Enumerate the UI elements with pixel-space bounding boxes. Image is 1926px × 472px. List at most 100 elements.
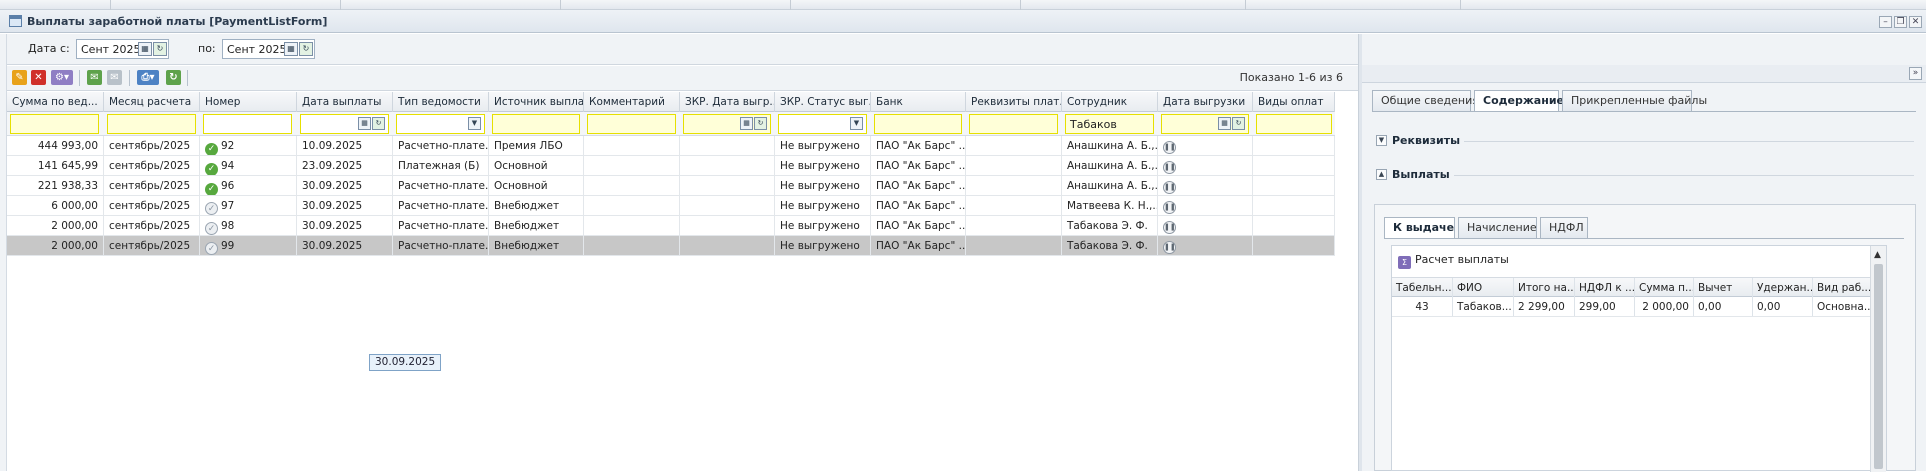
- calculate-payment-label: Расчет выплаты: [1415, 253, 1509, 266]
- apply-icon[interactable]: ↻: [372, 117, 385, 130]
- col-header[interactable]: Итого на...: [1514, 278, 1575, 297]
- date-from-field[interactable]: Сент 2025 ▦ ↻: [76, 39, 169, 59]
- filter-sum-input[interactable]: [10, 114, 99, 134]
- vertical-scrollbar[interactable]: ▲: [1870, 246, 1886, 472]
- actions-menu-icon[interactable]: ⚙▾: [51, 70, 73, 85]
- table-row[interactable]: 141 645,99 сентябрь/2025 ✓ 94 23.09.2025 Плат…: [7, 156, 1335, 176]
- col-header[interactable]: ЗКР. Дата выгр...: [680, 92, 775, 112]
- cell-type: Платежная (Б): [393, 156, 489, 175]
- col-header[interactable]: Источник выплат: [489, 92, 584, 112]
- expand-icon[interactable]: »: [1909, 67, 1922, 80]
- col-header[interactable]: Месяц расчета: [104, 92, 200, 112]
- filter-upload-date-input[interactable]: ▦ ↻: [1161, 114, 1249, 134]
- col-header[interactable]: Тип ведомости: [393, 92, 489, 112]
- download-icon[interactable]: ✉: [107, 70, 122, 85]
- filter-requisites-input[interactable]: [969, 114, 1058, 134]
- pause-icon[interactable]: ❚❚: [1163, 221, 1176, 234]
- scroll-thumb[interactable]: [1874, 264, 1883, 469]
- filter-pay-types-input[interactable]: [1256, 114, 1332, 134]
- table-row[interactable]: 221 938,33 сентябрь/2025 ✓ 96 30.09.2025 Расч…: [7, 176, 1335, 196]
- col-header[interactable]: Дата выплаты: [297, 92, 393, 112]
- filter-source-input[interactable]: [492, 114, 580, 134]
- table-row[interactable]: 444 993,00 сентябрь/2025 ✓ 92 10.09.2025 Расч…: [7, 136, 1335, 156]
- calendar-icon[interactable]: ▦: [284, 42, 298, 56]
- tab-ndfl[interactable]: НДФЛ: [1540, 217, 1588, 238]
- upload-icon[interactable]: ✉: [87, 70, 102, 85]
- apply-icon[interactable]: ↻: [754, 117, 767, 130]
- filter-zkr-status-select[interactable]: ▼: [778, 114, 867, 134]
- apply-icon[interactable]: ↻: [153, 42, 167, 56]
- table-row[interactable]: 43 Табаков... 2 299,00 299,00 2 000,00 0…: [1392, 297, 1871, 317]
- col-header[interactable]: Табельн...: [1392, 278, 1453, 297]
- col-header[interactable]: ФИО: [1453, 278, 1514, 297]
- filter-date-input[interactable]: ▦ ↻: [300, 114, 389, 134]
- cell-zkr-date: [680, 136, 775, 155]
- minimize-button[interactable]: –: [1879, 16, 1892, 28]
- cell-bank: ПАО "Ак Барс" ...: [871, 196, 966, 215]
- tab-to-issue[interactable]: К выдаче: [1384, 217, 1455, 239]
- scroll-up-icon[interactable]: ▲: [1874, 250, 1881, 260]
- delete-icon[interactable]: ✕: [31, 70, 46, 85]
- edit-icon[interactable]: ✎: [12, 70, 27, 85]
- col-header[interactable]: Номер: [200, 92, 297, 112]
- restore-button[interactable]: ❐: [1894, 16, 1907, 28]
- section-payments[interactable]: ▲ Выплаты: [1374, 166, 1916, 184]
- table-row[interactable]: 2 000,00 сентябрь/2025 ✓ 99 30.09.2025 Расчет…: [7, 236, 1335, 256]
- col-header[interactable]: Реквизиты плат...: [966, 92, 1062, 112]
- calendar-icon[interactable]: ▦: [138, 42, 152, 56]
- print-menu-icon[interactable]: ⎙▾: [137, 70, 159, 85]
- chevron-down-icon[interactable]: ▼: [1376, 135, 1387, 146]
- calendar-icon[interactable]: ▦: [740, 117, 753, 130]
- calendar-icon[interactable]: ▦: [358, 117, 371, 130]
- col-header[interactable]: ЗКР. Статус выг...: [775, 92, 871, 112]
- filter-number-input[interactable]: [203, 114, 292, 134]
- tab-attachments[interactable]: Прикрепленные файлы: [1562, 90, 1707, 111]
- col-header[interactable]: Банк: [871, 92, 966, 112]
- cell: Табаков...: [1453, 297, 1514, 316]
- filter-zkr-date-input[interactable]: ▦ ↻: [683, 114, 771, 134]
- tab-content[interactable]: Содержание: [1474, 90, 1564, 112]
- col-header[interactable]: Сотрудник: [1062, 92, 1158, 112]
- calendar-icon[interactable]: ▦: [1218, 117, 1231, 130]
- cell-uploaded: ❚❚: [1158, 136, 1253, 155]
- cell-zkr-status: Не выгружено: [775, 156, 871, 175]
- filter-month-input[interactable]: [107, 114, 196, 134]
- section-requisites[interactable]: ▼ Реквизиты: [1374, 132, 1916, 150]
- col-header[interactable]: Комментарий: [584, 92, 680, 112]
- apply-icon[interactable]: ↻: [299, 42, 313, 56]
- filter-comment-input[interactable]: [587, 114, 676, 134]
- tab-general[interactable]: Общие сведения: [1372, 90, 1479, 111]
- table-row[interactable]: 2 000,00 сентябрь/2025 ✓ 98 30.09.2025 Расчет…: [7, 216, 1335, 236]
- pause-icon[interactable]: ❚❚: [1163, 241, 1176, 254]
- apply-icon[interactable]: ↻: [1232, 117, 1245, 130]
- col-header[interactable]: Удержан...: [1753, 278, 1813, 297]
- pause-icon[interactable]: ❚❚: [1163, 161, 1176, 174]
- close-button[interactable]: ✕: [1909, 16, 1922, 28]
- filter-employee-input[interactable]: Табаков: [1065, 114, 1154, 134]
- col-header[interactable]: Виды оплат: [1253, 92, 1335, 112]
- col-header[interactable]: Дата выгрузки: [1158, 92, 1253, 112]
- cell-sum: 444 993,00: [7, 136, 104, 155]
- calculate-payment-button[interactable]: Σ Расчет выплаты: [1398, 253, 1509, 271]
- chevron-down-icon[interactable]: ▼: [468, 117, 481, 130]
- chevron-up-icon[interactable]: ▲: [1376, 169, 1387, 180]
- pause-icon[interactable]: ❚❚: [1163, 141, 1176, 154]
- tab-accrual[interactable]: Начисление: [1458, 217, 1537, 238]
- cell-sum: 6 000,00: [7, 196, 104, 215]
- pause-icon[interactable]: ❚❚: [1163, 201, 1176, 214]
- filter-bank-input[interactable]: [874, 114, 962, 134]
- refresh-icon[interactable]: ↻: [166, 70, 181, 85]
- col-header[interactable]: Сумма по вед...: [7, 92, 104, 112]
- pause-icon[interactable]: ❚❚: [1163, 181, 1176, 194]
- date-filter-bar: Дата с: Сент 2025 ▦ ↻ по: Сент 2025 ▦ ↻: [7, 34, 1358, 65]
- col-header[interactable]: Вид раб...: [1813, 278, 1871, 297]
- col-header[interactable]: Вычет: [1694, 278, 1753, 297]
- date-to-field[interactable]: Сент 2025 ▦ ↻: [222, 39, 315, 59]
- col-header[interactable]: НДФЛ к ...: [1575, 278, 1635, 297]
- filter-type-select[interactable]: ▼: [396, 114, 485, 134]
- chevron-down-icon[interactable]: ▼: [850, 117, 863, 130]
- col-header[interactable]: Сумма п...: [1635, 278, 1694, 297]
- inner-grid-header: Табельн... ФИО Итого на... НДФЛ к ... Су…: [1392, 277, 1871, 297]
- table-row[interactable]: 6 000,00 сентябрь/2025 ✓ 97 30.09.2025 Расчет…: [7, 196, 1335, 216]
- cell-pay-types: [1253, 196, 1335, 215]
